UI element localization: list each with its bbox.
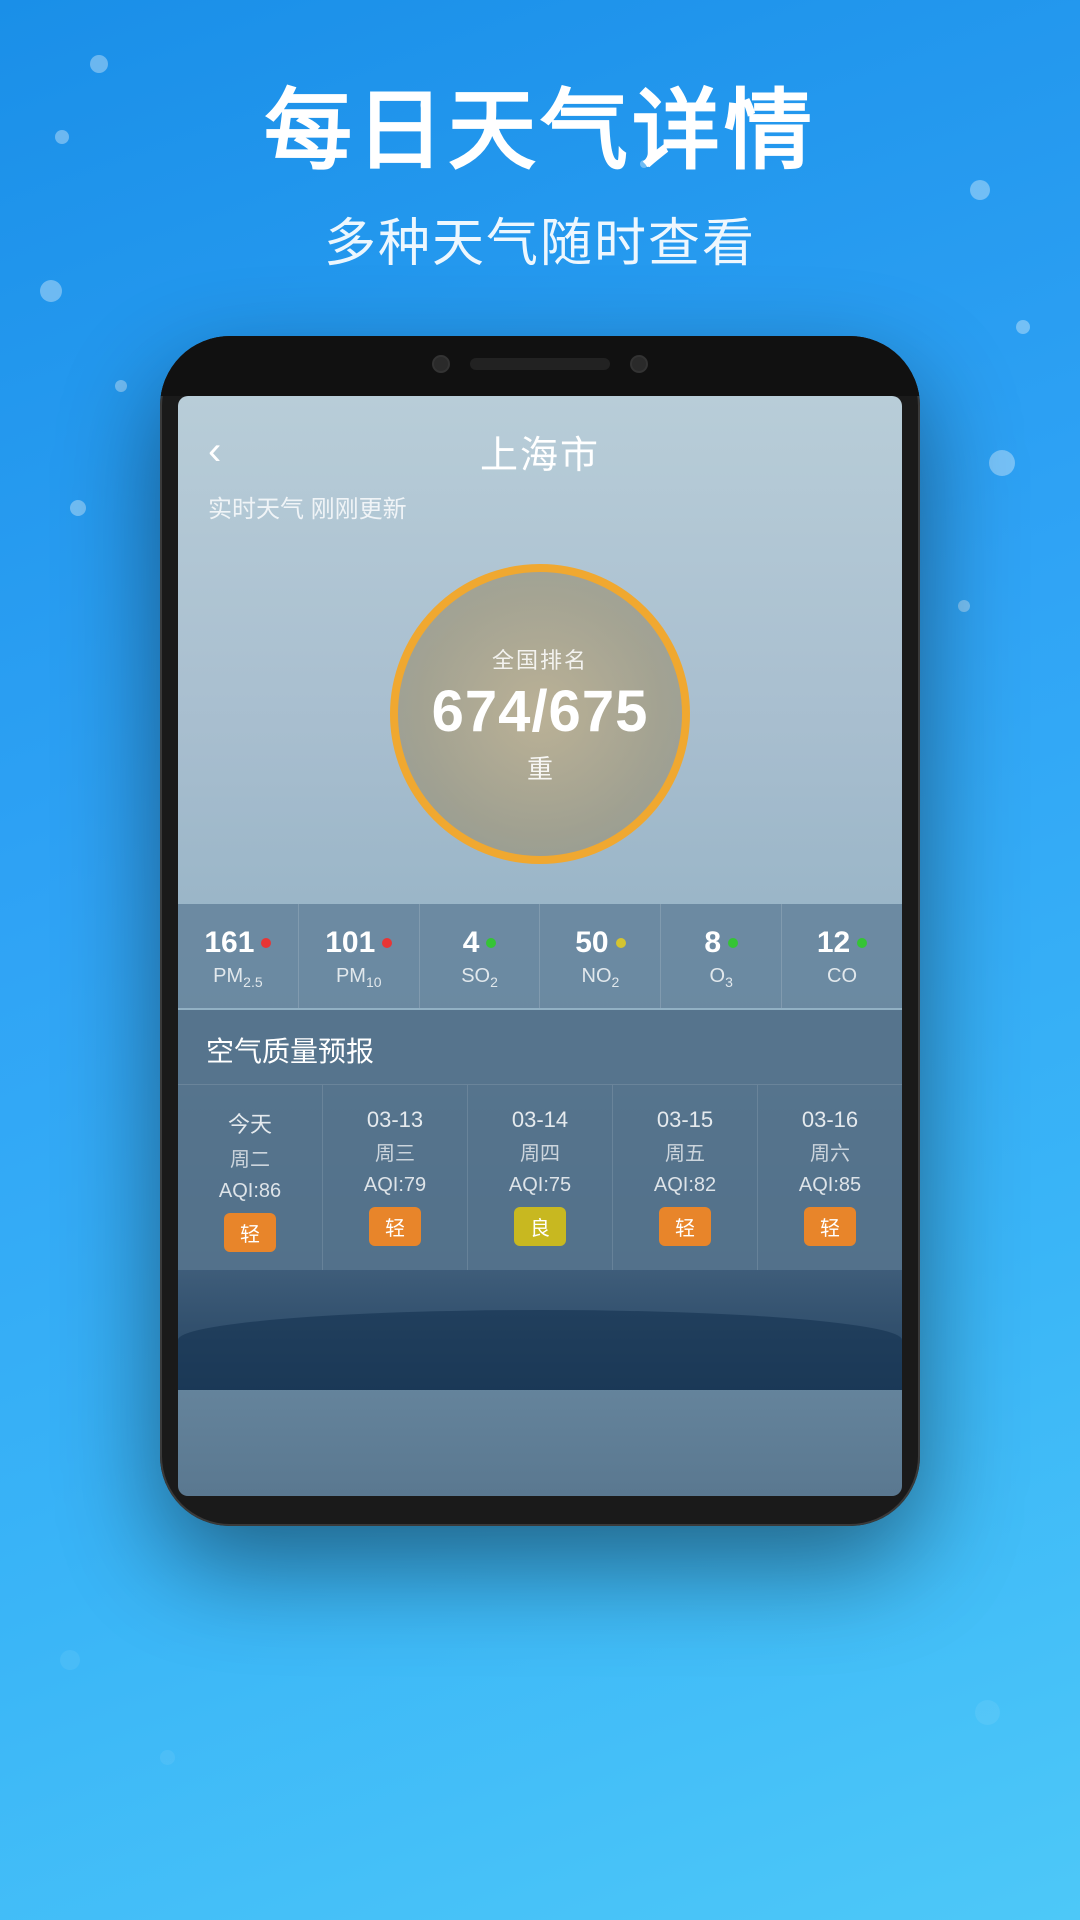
so2-dot: [486, 938, 496, 948]
forecast-day-1: 周三: [375, 1137, 415, 1166]
pollutant-no2: 50 NO2: [540, 904, 661, 1008]
so2-name: SO2: [461, 965, 498, 990]
forecast-date-0: 今天: [228, 1107, 272, 1139]
no2-value: 50: [575, 926, 608, 960]
header-section: 每日天气详情 多种天气随时查看: [264, 80, 816, 276]
forecast-badge-4: 轻: [804, 1207, 856, 1246]
pollutant-so2: 4 SO2: [420, 904, 541, 1008]
forecast-date-1: 03-13: [367, 1107, 423, 1133]
phone-mockup: ‹ 上海市 实时天气 刚刚更新 全国排名 674/675 重 161: [150, 336, 930, 1526]
co-dot: [857, 938, 867, 948]
pm25-name: PM2.5: [213, 965, 262, 990]
so2-value: 4: [463, 926, 480, 960]
pollutant-o3: 8 O3: [661, 904, 782, 1008]
forecast-badge-2: 良: [514, 1207, 566, 1246]
no2-name: NO2: [582, 965, 620, 990]
pollutant-pm25: 161 PM2.5: [178, 904, 299, 1008]
o3-value: 8: [704, 926, 721, 960]
main-subtitle: 多种天气随时查看: [264, 201, 816, 276]
forecast-badge-3: 轻: [659, 1207, 711, 1246]
forecast-day-3: 周五: [665, 1137, 705, 1166]
phone-frame: ‹ 上海市 实时天气 刚刚更新 全国排名 674/675 重 161: [160, 336, 920, 1526]
forecast-aqi-0: AQI:86: [219, 1180, 281, 1203]
phone-notch: [160, 336, 920, 396]
city-label: 上海市: [480, 424, 600, 479]
pm10-value: 101: [325, 926, 375, 960]
aqi-rank-value: 674/675: [432, 683, 649, 741]
pollutant-co: 12 CO: [782, 904, 902, 1008]
forecast-aqi-4: AQI:85: [799, 1174, 861, 1197]
forecast-badge-1: 轻: [369, 1207, 421, 1246]
camera-front: [630, 355, 648, 373]
forecast-day3: 03-15 周五 AQI:82 轻: [613, 1085, 758, 1270]
back-button[interactable]: ‹: [208, 429, 221, 474]
wave-decoration: [178, 1310, 902, 1390]
forecast-section: 空气质量预报 今天 周二 AQI:86 轻 03-13 周三 AQI:79 轻: [178, 1010, 902, 1270]
pollutants-section: 161 PM2.5 101 PM10 4: [178, 904, 902, 1008]
forecast-day4: 03-16 周六 AQI:85 轻: [758, 1085, 902, 1270]
forecast-row: 今天 周二 AQI:86 轻 03-13 周三 AQI:79 轻 03-14 周…: [178, 1085, 902, 1270]
screen-bottom: [178, 1270, 902, 1390]
no2-dot: [616, 938, 626, 948]
aqi-circle: 全国排名 674/675 重: [390, 564, 690, 864]
forecast-day1: 03-13 周三 AQI:79 轻: [323, 1085, 468, 1270]
co-name: CO: [827, 965, 857, 988]
pm25-value: 161: [204, 926, 254, 960]
pm10-dot: [382, 938, 392, 948]
main-title: 每日天气详情: [264, 80, 816, 181]
o3-dot: [728, 938, 738, 948]
forecast-day-2: 周四: [520, 1137, 560, 1166]
forecast-date-3: 03-15: [657, 1107, 713, 1133]
app-screen: ‹ 上海市 实时天气 刚刚更新 全国排名 674/675 重 161: [178, 396, 902, 1496]
aqi-rank-label: 全国排名: [492, 643, 588, 675]
forecast-date-2: 03-14: [512, 1107, 568, 1133]
pm25-dot: [261, 938, 271, 948]
update-status: 实时天气 刚刚更新: [178, 489, 902, 534]
forecast-badge-0: 轻: [224, 1213, 276, 1252]
forecast-aqi-1: AQI:79: [364, 1174, 426, 1197]
forecast-title: 空气质量预报: [178, 1010, 902, 1085]
forecast-day-0: 周二: [230, 1143, 270, 1172]
aqi-level-label: 重: [527, 749, 553, 786]
forecast-day2: 03-14 周四 AQI:75 良: [468, 1085, 613, 1270]
pollutant-pm10: 101 PM10: [299, 904, 420, 1008]
aqi-circle-section: 全国排名 674/675 重: [178, 534, 902, 904]
forecast-aqi-3: AQI:82: [654, 1174, 716, 1197]
co-value: 12: [817, 926, 850, 960]
forecast-date-4: 03-16: [802, 1107, 858, 1133]
forecast-aqi-2: AQI:75: [509, 1174, 571, 1197]
speaker: [470, 358, 610, 370]
app-header-bar: ‹ 上海市: [178, 396, 902, 489]
forecast-today: 今天 周二 AQI:86 轻: [178, 1085, 323, 1270]
camera-sensor: [432, 355, 450, 373]
forecast-day-4: 周六: [810, 1137, 850, 1166]
o3-name: O3: [710, 965, 733, 990]
pm10-name: PM10: [336, 965, 382, 990]
